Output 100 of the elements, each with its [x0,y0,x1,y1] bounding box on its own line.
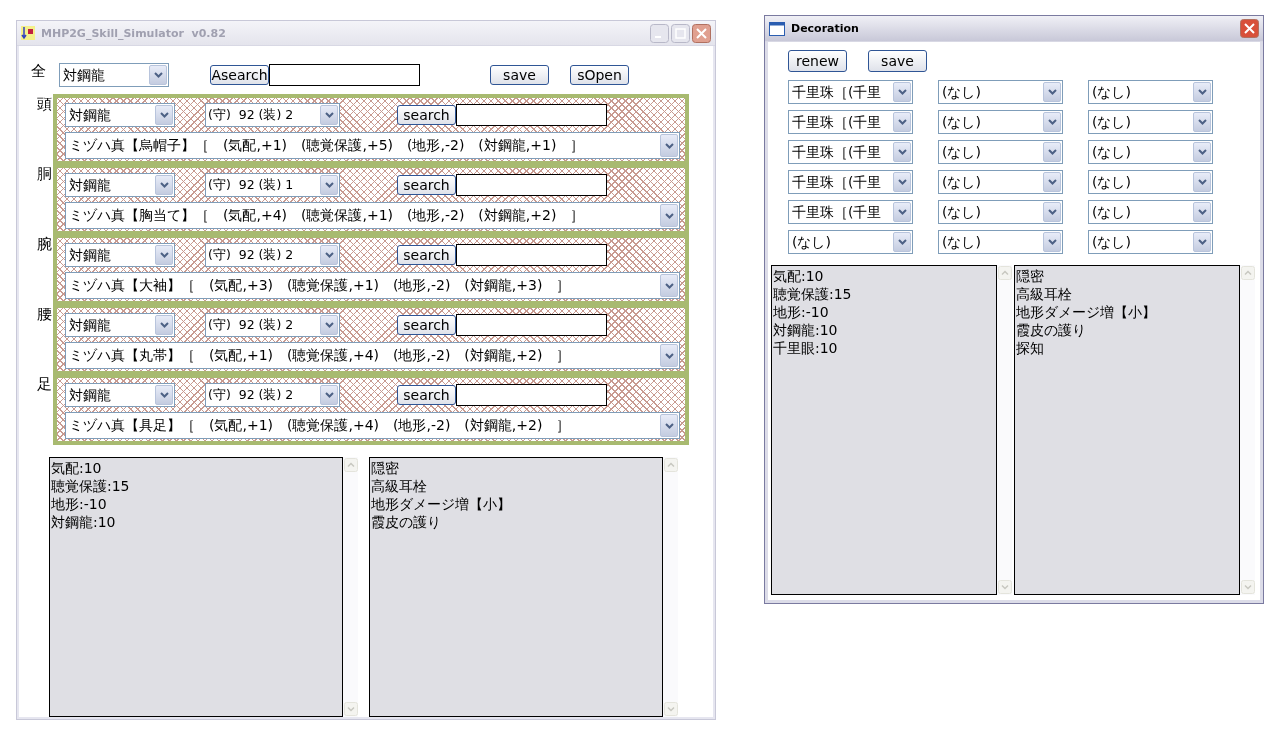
close-icon[interactable] [1240,19,1259,38]
chevron-down-icon[interactable] [664,352,674,359]
chevron-down-icon[interactable] [159,392,169,398]
dropdown[interactable]: 対鋼龍 [65,103,175,127]
button[interactable]: save [490,65,549,85]
dropdown[interactable]: (なし) [788,230,913,254]
window-title: MHP2G_Skill_Simulator v0.82 [41,26,227,40]
dropdown[interactable]: 対鋼龍 [65,383,175,407]
text-area[interactable]: 気配:10 聴覚保護:15 地形:-10 対鋼龍:10 [49,457,343,717]
chevron-down-icon[interactable] [1047,149,1057,155]
chevron-down-icon[interactable] [159,112,169,118]
dropdown[interactable]: 千里珠［(千里 [788,170,913,194]
button[interactable]: search [397,105,456,125]
input-field[interactable] [456,314,607,336]
input-field[interactable] [456,174,607,196]
dropdown[interactable]: 対鋼龍 [65,313,175,337]
button[interactable]: search [397,175,456,195]
dropdown[interactable]: ミヅハ真【烏帽子】［ (気配,+1) (聴覚保護,+5) (地形,-2) (対鋼龍,+1) ］ [65,132,680,159]
chevron-down-icon[interactable] [897,149,907,155]
dropdown[interactable]: (守) 92 (装) 2 [205,383,340,407]
dropdown[interactable]: (守) 92 (装) 1 [205,173,340,197]
chevron-down-icon[interactable] [1197,239,1207,245]
text-line: 高級耳栓 [1016,285,1073,303]
window-icon[interactable] [769,21,785,36]
chevron-down-icon[interactable] [1197,209,1207,215]
input-field[interactable] [456,104,607,126]
dropdown[interactable]: (なし) [1088,110,1213,134]
chevron-down-icon[interactable] [1197,179,1207,185]
dropdown[interactable]: (守) 92 (装) 2 [205,313,340,337]
dropdown[interactable]: 千里珠［(千里 [788,140,913,164]
button[interactable]: search [397,245,456,265]
dropdown[interactable]: (守) 92 (装) 2 [205,243,340,267]
chevron-down-icon[interactable] [324,252,334,258]
dropdown[interactable]: 千里珠［(千里 [788,200,913,224]
dropdown[interactable]: ミヅハ真【丸帯】［ (気配,+1) (聴覚保護,+4) (地形,-2) (対鋼龍,+2) ］ [65,342,680,369]
dropdown[interactable]: (なし) [1088,170,1213,194]
chevron-down-icon[interactable] [664,422,674,429]
input-field[interactable] [456,244,607,266]
chevron-down-icon[interactable] [897,89,907,95]
chevron-down-icon[interactable] [1047,179,1057,185]
chevron-down-icon[interactable] [324,322,334,328]
button[interactable]: search [397,385,456,405]
text-line: 地形ダメージ増【小】 [1016,303,1157,321]
chevron-down-icon[interactable] [664,212,674,219]
text-line: 探知 [1016,339,1045,357]
dropdown[interactable]: (なし) [938,170,1063,194]
chevron-down-icon[interactable] [153,72,163,78]
chevron-down-icon[interactable] [664,282,674,289]
app-icon[interactable] [21,26,35,40]
chevron-down-icon[interactable] [1047,89,1057,95]
dropdown[interactable]: (なし) [938,80,1063,104]
dropdown[interactable]: (なし) [938,230,1063,254]
button[interactable]: renew [788,50,847,72]
chevron-down-icon[interactable] [664,142,674,149]
close-icon[interactable] [692,23,711,43]
dropdown[interactable]: (なし) [1088,80,1213,104]
chevron-down-icon[interactable] [897,119,907,125]
chevron-down-icon[interactable] [1047,119,1057,125]
dropdown[interactable]: ミヅハ真【具足】［ (気配,+1) (聴覚保護,+4) (地形,-2) (対鋼龍,+2) ］ [65,412,680,439]
dropdown[interactable]: 千里珠［(千里 [788,110,913,134]
dropdown[interactable]: 千里珠［(千里 [788,80,913,104]
chevron-down-icon[interactable] [897,179,907,185]
input-field[interactable] [456,384,607,406]
dropdown[interactable]: ミヅハ真【大袖】［ (気配,+3) (聴覚保護,+1) (地形,-2) (対鋼龍,+3) ］ [65,272,680,299]
chevron-down-icon[interactable] [1047,239,1057,245]
chevron-down-icon[interactable] [324,182,334,188]
chevron-down-icon[interactable] [159,322,169,328]
dropdown[interactable]: 対鋼龍 [65,173,175,197]
text-area[interactable]: 気配:10 聴覚保護:15 地形:-10 対鋼龍:10 千里眼:10 [771,265,997,595]
chevron-down-icon[interactable] [1197,119,1207,125]
dropdown[interactable]: (なし) [938,200,1063,224]
chevron-down-icon[interactable] [1197,149,1207,155]
part-label: 足 [37,376,53,393]
button[interactable]: Asearch [210,65,269,85]
chevron-down-icon[interactable] [897,209,907,215]
text-line: 気配:10 [51,459,103,477]
dropdown[interactable]: 対鋼龍 [65,243,175,267]
input-field[interactable] [269,64,420,86]
text-line: 対鋼龍:10 [773,321,839,339]
dropdown[interactable]: ミヅハ真【胸当て】［ (気配,+4) (聴覚保護,+1) (地形,-2) (対鋼龍,+2) ］ [65,202,680,229]
button[interactable]: sOpen [570,65,629,85]
chevron-down-icon[interactable] [1197,89,1207,95]
chevron-down-icon[interactable] [324,112,334,118]
text-area[interactable]: 隠密 高級耳栓 地形ダメージ増【小】 霞皮の護り [369,457,663,717]
dropdown[interactable]: (なし) [938,110,1063,134]
dropdown[interactable]: (なし) [1088,200,1213,224]
chevron-down-icon[interactable] [324,392,334,398]
button[interactable]: search [397,315,456,335]
chevron-down-icon[interactable] [159,182,169,188]
dropdown[interactable]: (なし) [938,140,1063,164]
dropdown[interactable]: (なし) [1088,230,1213,254]
button[interactable]: save [868,50,927,72]
chevron-down-icon[interactable] [159,252,169,258]
text-line: 霞皮の護り [371,513,442,531]
chevron-down-icon[interactable] [897,239,907,245]
chevron-down-icon[interactable] [1047,209,1057,215]
dropdown[interactable]: (なし) [1088,140,1213,164]
text-area[interactable]: 隠密 高級耳栓 地形ダメージ増【小】 霞皮の護り 探知 [1014,265,1240,595]
dropdown[interactable]: (守) 92 (装) 2 [205,103,340,127]
dropdown[interactable]: 対鋼龍 [59,63,169,87]
